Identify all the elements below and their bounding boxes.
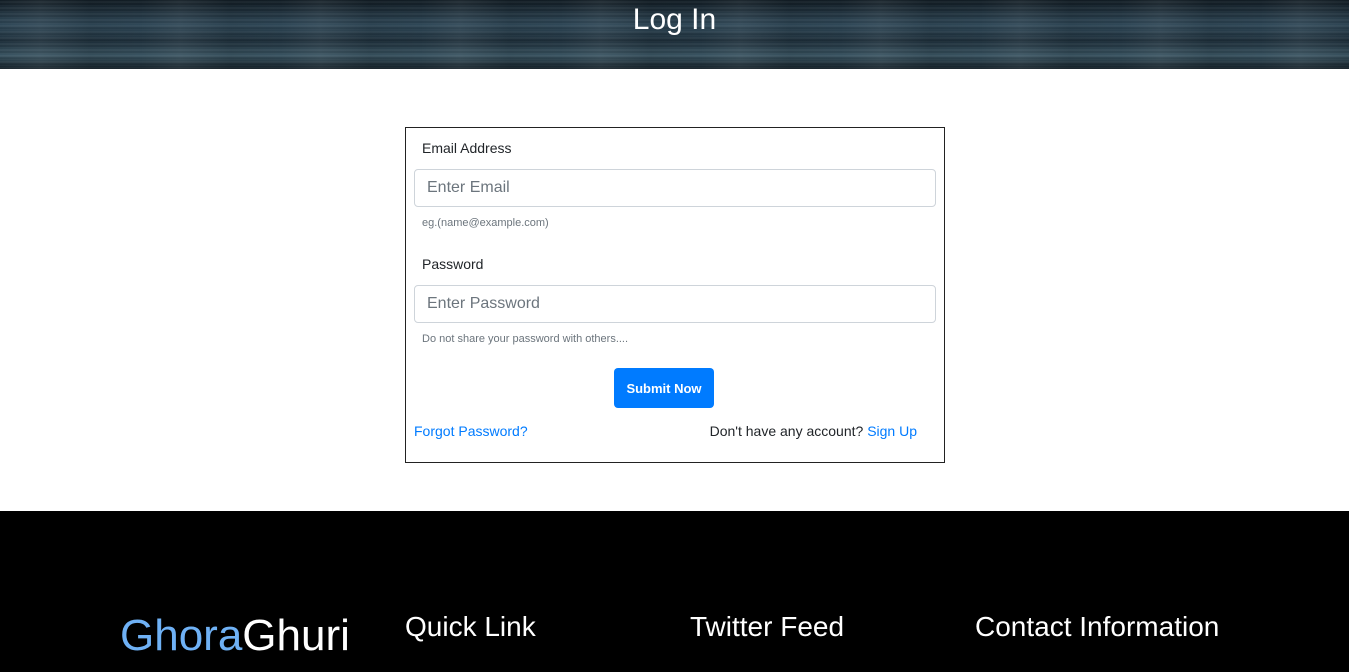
brand-part1: Ghora bbox=[120, 611, 243, 660]
page-title: Log In bbox=[632, 3, 717, 36]
brand-logo[interactable]: GhoraGhuri bbox=[120, 614, 350, 658]
email-hint: eg.(name@example.com) bbox=[422, 217, 549, 229]
password-label: Password bbox=[422, 256, 484, 272]
email-input[interactable] bbox=[414, 169, 936, 207]
footer-heading-twitter-feed: Twitter Feed bbox=[690, 611, 845, 642]
login-form: Email Address eg.(name@example.com) Pass… bbox=[405, 127, 945, 463]
password-hint: Do not share your password with others..… bbox=[422, 333, 629, 345]
brand-part2: Ghuri bbox=[242, 611, 350, 660]
forgot-password-link[interactable]: Forgot Password? bbox=[414, 423, 528, 439]
signup-link[interactable]: Sign Up bbox=[867, 423, 917, 439]
email-label: Email Address bbox=[422, 140, 512, 156]
footer-heading-contact-info: Contact Information bbox=[975, 611, 1220, 642]
footer-heading-quick-link: Quick Link bbox=[405, 611, 536, 642]
password-input[interactable] bbox=[414, 285, 936, 323]
no-account-text: Don't have any account? bbox=[709, 423, 864, 439]
header-banner: Log In bbox=[0, 0, 1349, 69]
signup-row: Don't have any account? Sign Up bbox=[710, 423, 917, 439]
submit-button[interactable]: Submit Now bbox=[614, 368, 714, 408]
footer: GhoraGhuri Quick Link Twitter Feed Conta… bbox=[0, 511, 1349, 672]
